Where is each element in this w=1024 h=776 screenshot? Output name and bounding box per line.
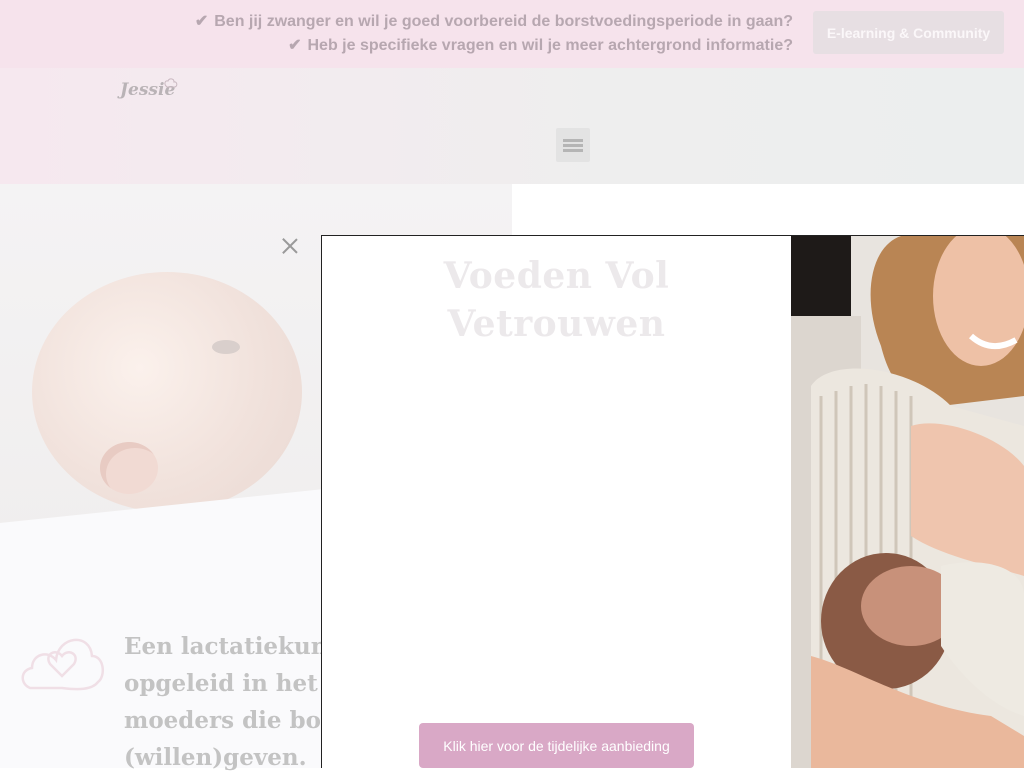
top-promo-bar: ✔ Ben jij zwanger en wil je goed voorbere… xyxy=(0,0,1024,68)
hamburger-icon xyxy=(563,137,583,154)
popup-title-line-2: Vetrouwen xyxy=(447,303,666,345)
temporary-offer-button[interactable]: Klik hier voor de tijdelijke aanbieding xyxy=(419,723,694,768)
baby-head xyxy=(32,272,302,512)
menu-toggle-button[interactable] xyxy=(556,128,590,162)
breastfeeding-mother-photo xyxy=(791,236,1024,768)
intro-line: Een lactatiekund xyxy=(124,633,324,660)
promo-line-2: Heb je specifieke vragen en wil je meer … xyxy=(307,37,794,54)
intro-line: (willen)geven. xyxy=(124,744,307,771)
heart-cloud-icon xyxy=(164,78,178,88)
site-logo[interactable]: Jessie xyxy=(120,78,182,108)
promo-lines: ✔ Ben jij zwanger en wil je goed voorbere… xyxy=(195,10,793,58)
heart-cloud-icon xyxy=(21,638,105,691)
popup-title: Voeden Vol Vetrouwen xyxy=(322,252,791,348)
popup-title-line-1: Voeden Vol xyxy=(443,255,670,297)
elearning-community-button[interactable]: E-learning & Community xyxy=(813,11,1004,54)
offer-popup: Voeden Vol Vetrouwen Klik hier voor de t… xyxy=(321,235,1024,768)
intro-heading: Een lactatiekund opgeleid in het be moed… xyxy=(124,628,324,776)
mother-baby-illustration xyxy=(791,236,1024,768)
intro-line: moeders die borst xyxy=(124,707,324,734)
check-icon: ✔ xyxy=(288,37,302,54)
baby-eye xyxy=(212,340,240,354)
intro-line: opgeleid in het be xyxy=(124,670,324,697)
check-icon: ✔ xyxy=(194,13,209,30)
promo-line-1: Ben jij zwanger en wil je goed voorberei… xyxy=(214,13,793,30)
close-icon[interactable] xyxy=(280,236,300,256)
baby-ear xyxy=(100,442,158,494)
